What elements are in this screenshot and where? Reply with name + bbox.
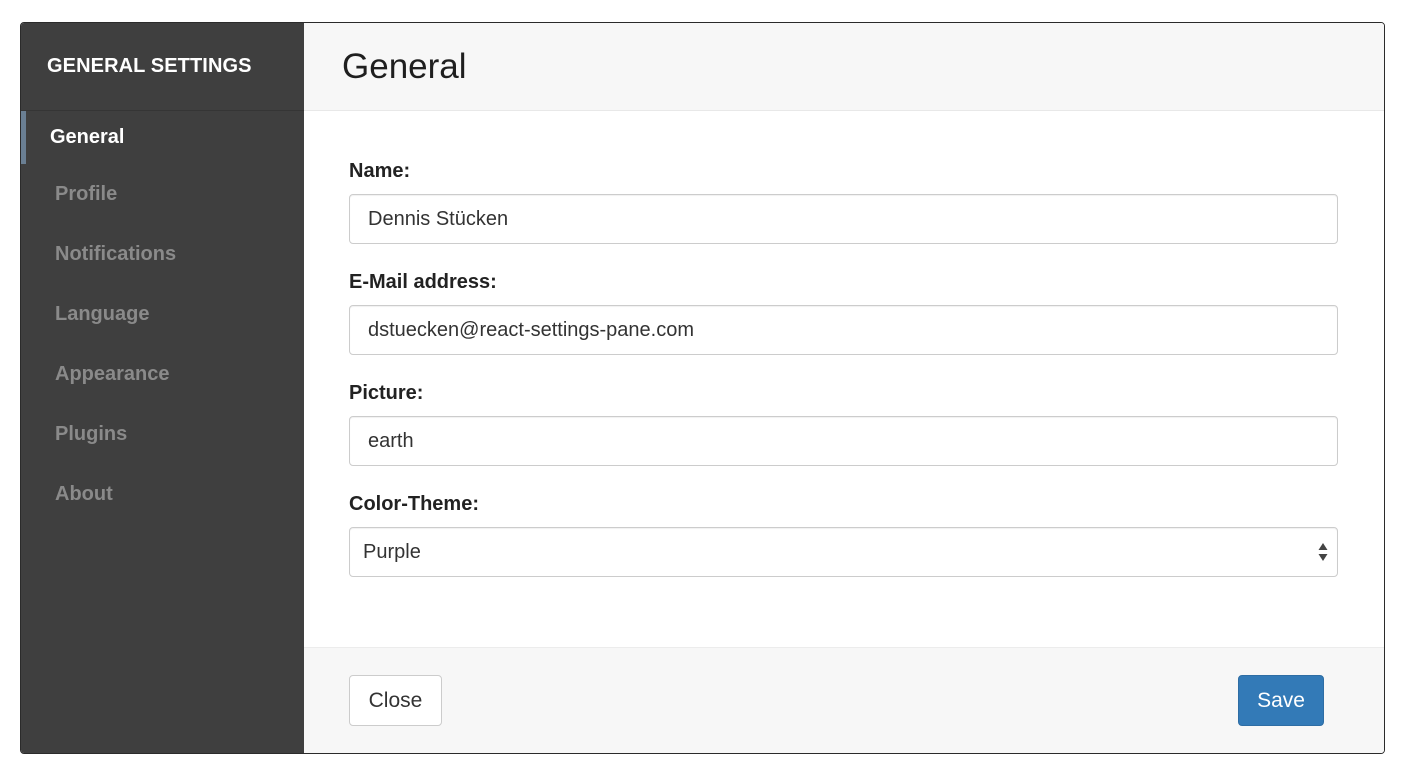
sidebar-nav: General Profile Notifications Language A… (21, 111, 304, 524)
footer: Close Save (304, 647, 1384, 753)
sidebar-item-profile[interactable]: Profile (21, 164, 304, 224)
main-header: General (304, 23, 1384, 111)
color-theme-label: Color-Theme: (349, 493, 479, 515)
page-title: General (342, 46, 467, 86)
color-theme-value: Purple (363, 540, 421, 563)
sidebar-title: GENERAL SETTINGS (47, 55, 252, 77)
close-button[interactable]: Close (349, 675, 442, 726)
settings-window: GENERAL SETTINGS General Profile Notific… (20, 22, 1385, 754)
select-arrows-icon (1318, 543, 1328, 561)
sidebar-item-general[interactable]: General (21, 111, 304, 164)
picture-label: Picture: (349, 382, 424, 404)
save-button[interactable]: Save (1238, 675, 1324, 726)
settings-form: Name: E-Mail address: Picture: Color-The… (304, 111, 1384, 647)
email-label: E-Mail address: (349, 271, 497, 293)
sidebar: GENERAL SETTINGS General Profile Notific… (21, 23, 304, 753)
email-field[interactable] (349, 305, 1338, 355)
main-panel: General Name: E-Mail address: Picture: C… (304, 23, 1384, 753)
name-label: Name: (349, 160, 411, 182)
name-field[interactable] (349, 194, 1338, 244)
sidebar-header: GENERAL SETTINGS (21, 23, 304, 111)
sidebar-item-about[interactable]: About (21, 464, 304, 524)
sidebar-item-plugins[interactable]: Plugins (21, 404, 304, 464)
sidebar-item-notifications[interactable]: Notifications (21, 224, 304, 284)
picture-field[interactable] (349, 416, 1338, 466)
sidebar-item-language[interactable]: Language (21, 284, 304, 344)
color-theme-select[interactable]: Purple (349, 527, 1338, 577)
sidebar-item-appearance[interactable]: Appearance (21, 344, 304, 404)
